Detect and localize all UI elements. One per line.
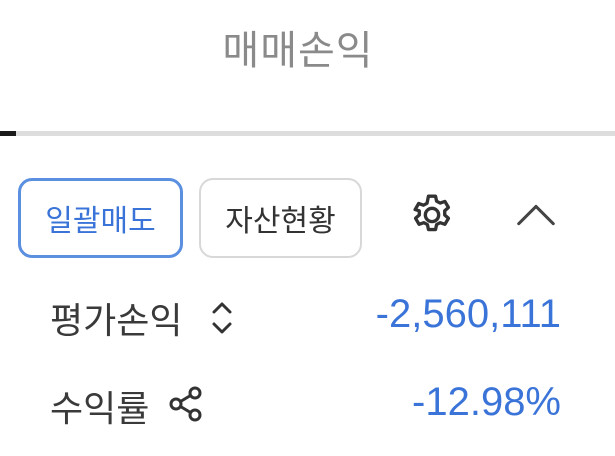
- trading-pl-panel: 매매손익 일괄매도 자산현황 평가손익 -2,560,111 수익률 -12.9…: [0, 0, 615, 456]
- return-rate-label: 수익률: [50, 389, 150, 430]
- collapse-button[interactable]: [506, 188, 566, 248]
- eval-pl-value: -2,560,111: [375, 292, 561, 336]
- gear-icon: [407, 191, 457, 245]
- chevron-up-icon: [513, 193, 559, 243]
- tab-divider: [0, 131, 615, 136]
- share-icon[interactable]: [166, 384, 206, 424]
- sort-updown-icon[interactable]: [208, 298, 236, 338]
- eval-pl-label: 평가손익: [50, 301, 183, 342]
- sell-all-button[interactable]: 일괄매도: [18, 178, 183, 258]
- tab-title[interactable]: 매매손익: [0, 18, 596, 76]
- return-rate-value: -12.98%: [412, 380, 561, 424]
- settings-button[interactable]: [402, 188, 462, 248]
- tab-active-indicator: [0, 131, 16, 136]
- asset-status-button[interactable]: 자산현황: [199, 178, 362, 258]
